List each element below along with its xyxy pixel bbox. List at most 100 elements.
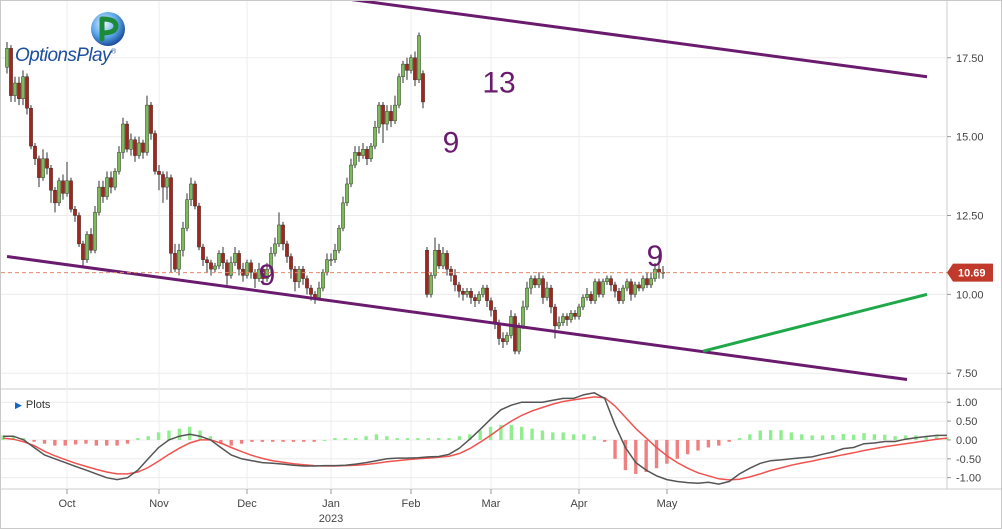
histogram-bar-positive: [146, 436, 150, 440]
histogram-bar-negative: [696, 439, 700, 451]
count-annotation: 9: [647, 240, 664, 273]
candle-down: [357, 152, 361, 156]
candle-down: [589, 294, 593, 301]
candle-down: [169, 177, 173, 254]
price-tick-label: 17.50: [956, 53, 984, 65]
histogram-bar-negative: [73, 439, 78, 445]
plots-toggle[interactable]: ▶ Plots: [15, 399, 50, 411]
histogram-bar-negative: [613, 439, 617, 459]
candle-up: [121, 123, 125, 153]
candle-down: [473, 297, 477, 301]
candle-down: [645, 278, 649, 286]
candle-down: [549, 287, 553, 308]
histogram-bar-negative: [281, 439, 285, 442]
candle-up: [5, 48, 9, 68]
candle-up: [325, 259, 329, 273]
candle-down: [389, 111, 393, 122]
candle-up: [93, 212, 97, 251]
candle-down: [49, 167, 53, 191]
candle-up: [41, 158, 45, 178]
candle-down: [301, 268, 305, 279]
candle-down: [133, 139, 137, 156]
candle-up: [165, 177, 169, 188]
candle-up: [321, 272, 325, 289]
histogram-bar-positive: [862, 433, 866, 440]
candle-up: [105, 177, 109, 197]
candle-up: [137, 142, 141, 156]
histogram-bar-negative: [125, 439, 130, 444]
histogram-bar-negative: [654, 439, 659, 469]
month-label: Feb: [402, 498, 421, 510]
candle-down: [45, 158, 49, 169]
candle-up: [577, 306, 581, 317]
histogram-bar-negative: [42, 439, 47, 444]
histogram-bar-positive: [509, 424, 514, 440]
histogram-bar-positive: [582, 434, 586, 440]
macd-tick-label: -0.50: [956, 454, 981, 466]
histogram-bar-positive: [364, 436, 368, 440]
histogram-bar-positive: [395, 438, 399, 440]
histogram-bar-negative: [291, 439, 296, 442]
candle-down: [533, 278, 537, 286]
candle-up: [145, 104, 149, 153]
candle-down: [225, 262, 229, 276]
histogram-bar-positive: [779, 430, 783, 440]
candle-down: [149, 104, 153, 134]
histogram-bar-positive: [561, 432, 565, 440]
candle-up: [641, 278, 645, 289]
candle-down: [193, 183, 197, 207]
macd-tick-label: 0.50: [956, 416, 977, 428]
stock-chart[interactable]: 10.69 9 9 13 9 7.50 10.00 12.50 15.00 17.50 1.00…: [1, 1, 1001, 528]
candle-down: [493, 309, 497, 323]
histogram-bar-positive: [136, 438, 140, 440]
candle-up: [581, 297, 585, 308]
histogram-bar-negative: [675, 439, 679, 459]
candle-down: [489, 300, 493, 311]
month-label: Dec: [237, 498, 257, 510]
histogram-bar-positive: [800, 434, 804, 440]
candle-down: [453, 275, 457, 286]
candle-up: [569, 313, 573, 320]
histogram-bar-negative: [685, 439, 690, 455]
candle-up: [57, 180, 61, 204]
candle-up: [233, 253, 237, 264]
histogram-bar-negative: [634, 439, 638, 474]
candle-up: [229, 262, 233, 276]
histogram-bar-positive: [530, 428, 534, 440]
candle-up: [429, 275, 433, 295]
candle-down: [29, 108, 33, 147]
lower-channel-trendline: [6, 255, 908, 382]
candle-up: [361, 149, 365, 156]
candle-down: [405, 63, 409, 71]
histogram-bar-positive: [416, 438, 420, 440]
logo-globe-icon: [91, 12, 125, 46]
candle-up: [505, 335, 509, 342]
macd-tick-label: 1.00: [956, 397, 977, 409]
candle-up: [177, 250, 181, 270]
optionsplay-logo: OptionsPlay®: [15, 9, 125, 69]
candle-up: [189, 183, 193, 200]
candle-down: [205, 259, 209, 264]
candle-up: [345, 183, 349, 204]
candle-down: [197, 205, 201, 248]
candle-up: [245, 262, 249, 276]
current-price-label: 10.69: [958, 268, 986, 280]
candle-down: [437, 250, 441, 267]
histogram-bar-positive: [748, 434, 752, 440]
year-label: 2023: [319, 513, 343, 525]
histogram-bar-positive: [343, 438, 348, 440]
plots-label: Plots: [25, 399, 51, 411]
candle-up: [113, 171, 117, 188]
candle-up: [377, 104, 381, 128]
candle-up: [273, 243, 277, 254]
candle-up: [353, 152, 357, 166]
histogram-bar-positive: [354, 438, 358, 440]
candle-up: [557, 322, 561, 327]
candle-up: [433, 250, 437, 276]
candle-down: [413, 57, 417, 81]
candle-up: [585, 294, 589, 298]
price-tick-label: 7.50: [956, 368, 977, 380]
candle-up: [529, 278, 533, 289]
candle-down: [141, 142, 145, 153]
histogram-bar-negative: [665, 439, 669, 464]
